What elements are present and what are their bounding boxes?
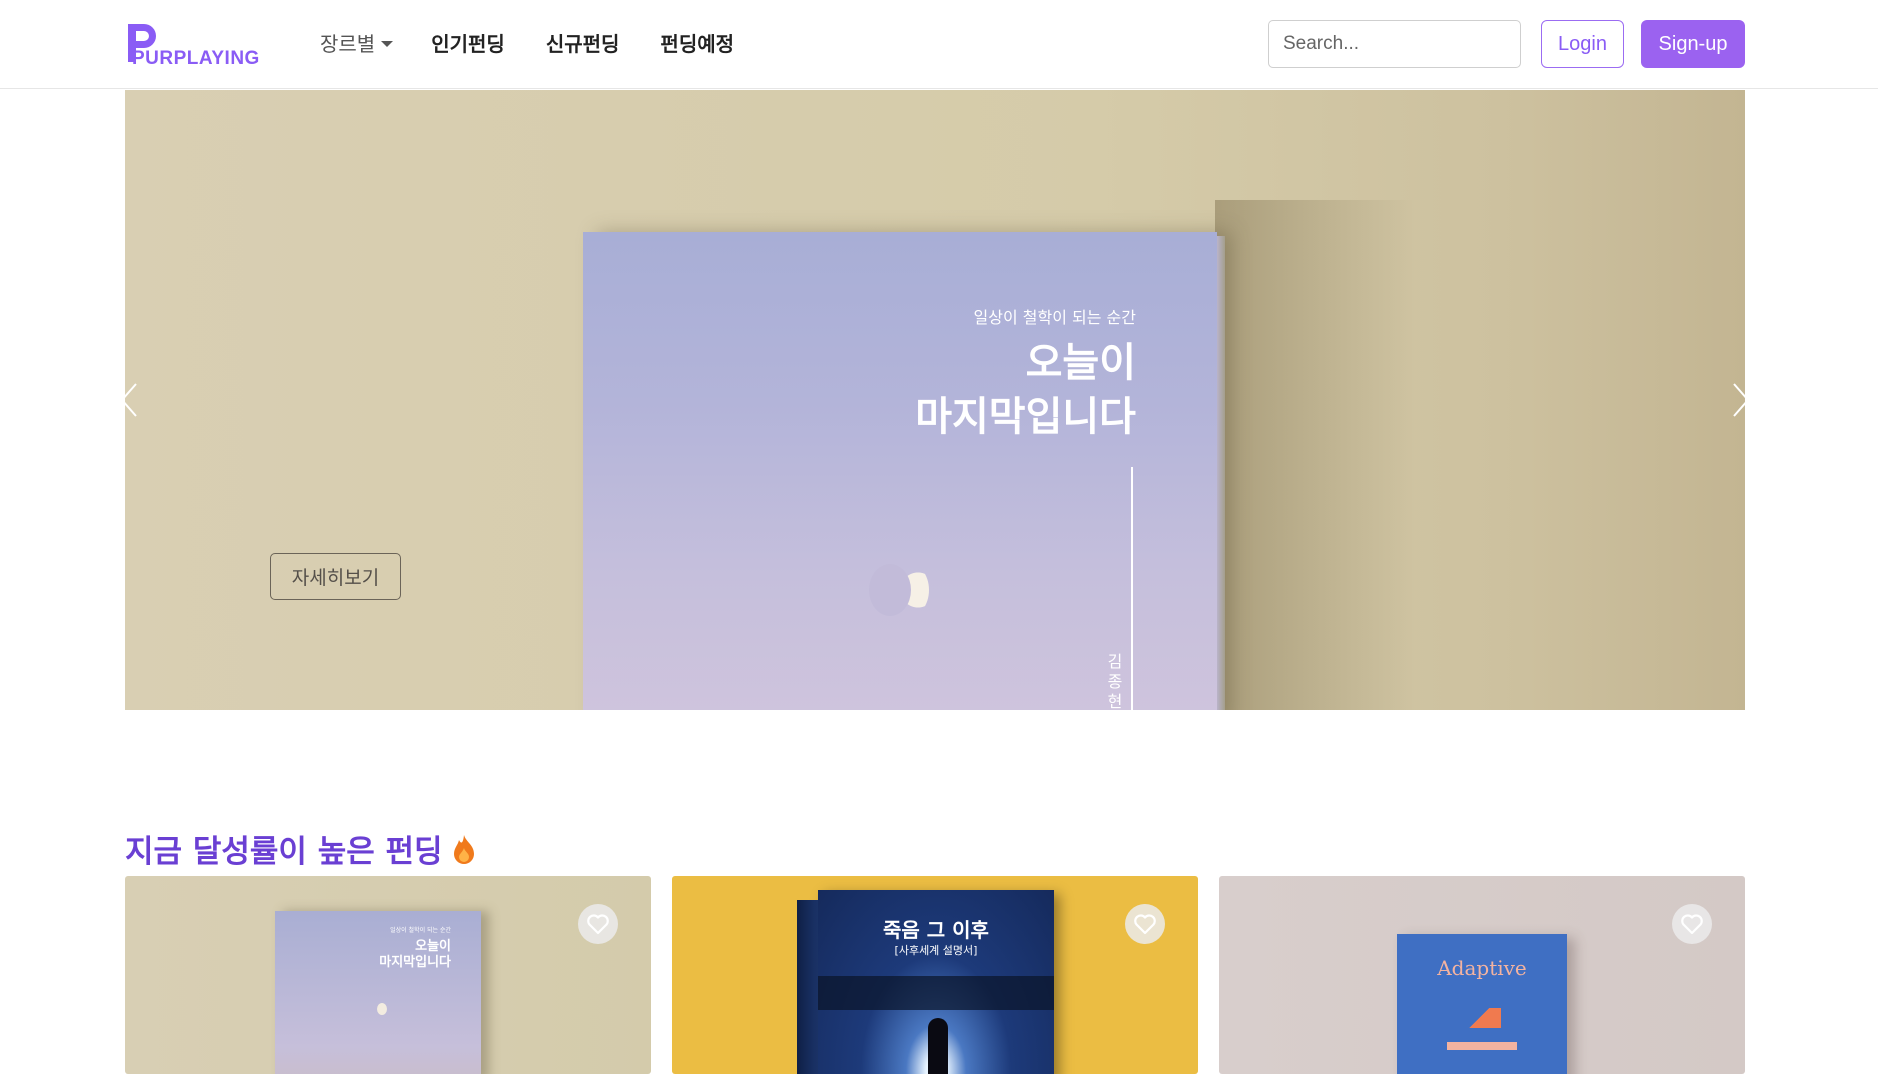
funding-card[interactable]: 일상이 철학이 되는 순간 오늘이 마지막입니다 [125,876,651,1074]
funding-card[interactable]: 죽음 그 이후 [사후세계 설명서] [672,876,1198,1074]
card-book-spine [797,900,818,1074]
card-book-title: 죽음 그 이후 [883,918,989,942]
like-button[interactable] [1672,904,1712,944]
signup-button[interactable]: Sign-up [1641,20,1745,68]
detail-button[interactable]: 자세히보기 [270,553,401,600]
brand-logo[interactable]: PURPLAYING [124,20,274,69]
nav-upcoming-funding[interactable]: 펀딩예정 [660,28,734,57]
moon-shadow [869,564,911,616]
hero-book-cover: 일상이 철학이 되는 순간 오늘이 마지막입니다 김종현 [583,232,1217,710]
like-button[interactable] [1125,904,1165,944]
card-book-title: 오늘이 마지막입니다 [379,939,451,970]
carousel-next-icon[interactable] [1728,380,1752,420]
search-input[interactable] [1268,20,1521,68]
carousel-prev-icon[interactable] [118,380,142,420]
section-title: 지금 달성률이 높은 펀딩 [125,826,477,871]
card-book-cover: Adaptive [1397,934,1567,1074]
caret-down-icon [381,40,394,47]
heart-icon [1134,914,1156,935]
card-book-cover: 일상이 철학이 되는 순간 오늘이 마지막입니다 [275,911,481,1074]
card-book-subtitle: 일상이 철학이 되는 순간 [390,927,451,934]
section-title-text: 지금 달성률이 높은 펀딩 [125,834,443,870]
hero-carousel: 일상이 철학이 되는 순간 오늘이 마지막입니다 김종현 자세히보기 [125,90,1745,710]
moon-icon [377,1003,387,1015]
fire-icon [453,834,474,864]
nav-popular-funding[interactable]: 인기펀딩 [431,28,505,57]
hero-book-divider [1131,467,1133,710]
card-book-title: Adaptive [1437,956,1527,980]
card-book-band [818,976,1054,1010]
funding-card-list: 일상이 철학이 되는 순간 오늘이 마지막입니다 죽음 그 이후 [사후세계 설… [125,876,1745,1074]
card-book-cover: 죽음 그 이후 [사후세계 설명서] [818,890,1054,1074]
hero-book-edge [1217,236,1225,710]
hero-book-title: 오늘이 마지막입니다 [915,339,1136,440]
heart-icon [1681,914,1703,935]
funding-card[interactable]: Adaptive [1219,876,1745,1074]
hero-book-shadow [1215,200,1415,710]
login-button[interactable]: Login [1541,20,1624,68]
card-book-band [1447,1042,1517,1050]
main-nav: 장르별 인기펀딩 신규펀딩 펀딩예정 [320,28,775,57]
top-navbar: PURPLAYING 장르별 인기펀딩 신규펀딩 펀딩예정 Login Sign… [0,0,1878,89]
card-book-figure [928,1018,948,1074]
heart-icon [587,914,609,935]
nav-genre-label: 장르별 [320,32,376,56]
nav-genre-dropdown[interactable]: 장르별 [320,28,394,57]
brand-name: PURPLAYING [132,48,260,69]
card-book-subtitle: [사후세계 설명서] [894,944,978,957]
stairs-graphic [1463,1008,1501,1028]
hero-book-author: 김종현 [1107,652,1123,710]
hero-book-subtitle: 일상이 철학이 되는 순간 [973,308,1136,327]
nav-new-funding[interactable]: 신규펀딩 [546,28,620,57]
like-button[interactable] [578,904,618,944]
